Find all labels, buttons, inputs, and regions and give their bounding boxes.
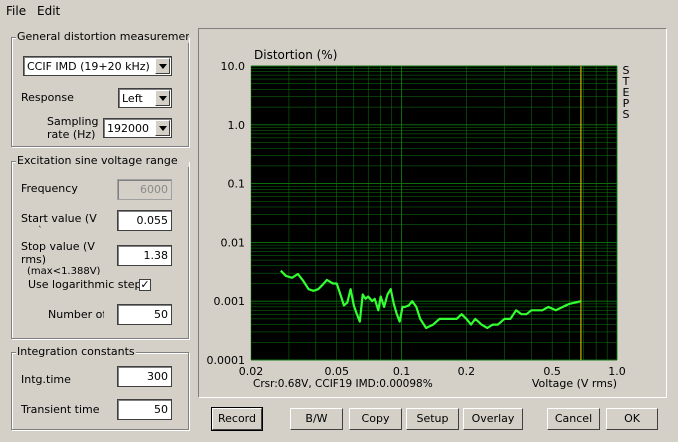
measurement-value: CCIF IMD (19+20 kHz) [27, 60, 150, 73]
stop-label-unit: rms) [21, 253, 47, 266]
intg-time-field[interactable]: 300 [117, 366, 172, 387]
copy-button[interactable]: Copy [349, 408, 402, 430]
response-value: Left [122, 92, 143, 105]
x-tick-label: 0.05 [324, 365, 349, 378]
start-label: Start value (V [21, 212, 97, 225]
chevron-down-icon[interactable] [155, 58, 170, 74]
y-axis-label: Distortion (%) [254, 48, 337, 62]
transient-time-label: Transient time [21, 403, 100, 416]
frequency-label: Frequency [21, 182, 78, 195]
response-label: Response [21, 91, 74, 104]
ok-button[interactable]: OK [606, 408, 658, 430]
y-tick-label: 10.0 [221, 60, 246, 73]
x-tick-label: 0.2 [458, 365, 476, 378]
transient-time-field[interactable]: 50 [117, 399, 172, 420]
y-tick-label: 0.001 [214, 295, 246, 308]
menu-bar: File Edit [0, 0, 678, 22]
setup-button[interactable]: Setup [406, 408, 459, 430]
start-value-field[interactable]: 0.055 [117, 210, 172, 231]
log-step-label: Use logarithmic step [28, 278, 142, 291]
frequency-field: 6000 [117, 179, 172, 200]
cancel-button[interactable]: Cancel [547, 408, 600, 430]
stop-max-hint: (max<1.388V) [27, 266, 101, 275]
menu-edit[interactable]: Edit [37, 4, 60, 18]
x-tick-label: 0.02 [239, 365, 264, 378]
plot-frame: 10.0 1.0 0.1 0.01 0.001 0.0001 0.02 0.05 0.1 0.2 0… [198, 28, 667, 398]
menu-file[interactable]: File [6, 4, 26, 18]
record-button[interactable]: Record [211, 407, 263, 431]
response-select[interactable]: Left [118, 88, 172, 108]
stop-value-field[interactable]: 1.38 [117, 245, 172, 266]
distortion-chart[interactable]: 10.01.00.10.010.0010.00010.02 0.05 0.1 0.2 0… [199, 29, 666, 397]
sampling-rate-value: 192000 [107, 122, 149, 135]
cursor-readout: Crsr:0.68V, CCIF19 IMD:0.00098% [253, 378, 433, 390]
log-step-checkbox[interactable]: ✓ [139, 279, 151, 291]
overlay-button[interactable]: Overlay [463, 408, 523, 430]
y-tick-label: 0.01 [221, 236, 246, 249]
start-label-tail: ` [38, 226, 43, 236]
chart-grid [250, 65, 618, 361]
general-group-title: General distortion measuremen [16, 30, 189, 43]
y-tick-label: 1.0 [228, 119, 246, 132]
intg-time-label: Intg.time [21, 373, 71, 386]
x-axis-label: Voltage (V rms) [532, 377, 617, 390]
excitation-group-title: Excitation sine voltage range [16, 154, 189, 167]
sampling-rate-select[interactable]: 192000 [103, 118, 172, 138]
chevron-down-icon[interactable] [155, 120, 170, 136]
plot-background [251, 66, 617, 360]
sampling-label-unit: rate (Hz) [47, 128, 96, 141]
chevron-down-icon[interactable] [155, 90, 170, 106]
y-tick-label: 0.1 [228, 178, 246, 191]
number-label: Number of [48, 309, 104, 321]
steps-label: STEPS [622, 64, 630, 121]
integration-group-title: Integration constants [16, 345, 136, 358]
stop-label: Stop value (V [21, 240, 95, 253]
number-field[interactable]: 50 [117, 304, 172, 325]
x-tick-label: 0.1 [393, 365, 411, 378]
measurement-select[interactable]: CCIF IMD (19+20 kHz) [23, 56, 172, 76]
sampling-label: Sampling [47, 115, 99, 128]
bw-button[interactable]: B/W [290, 408, 343, 430]
